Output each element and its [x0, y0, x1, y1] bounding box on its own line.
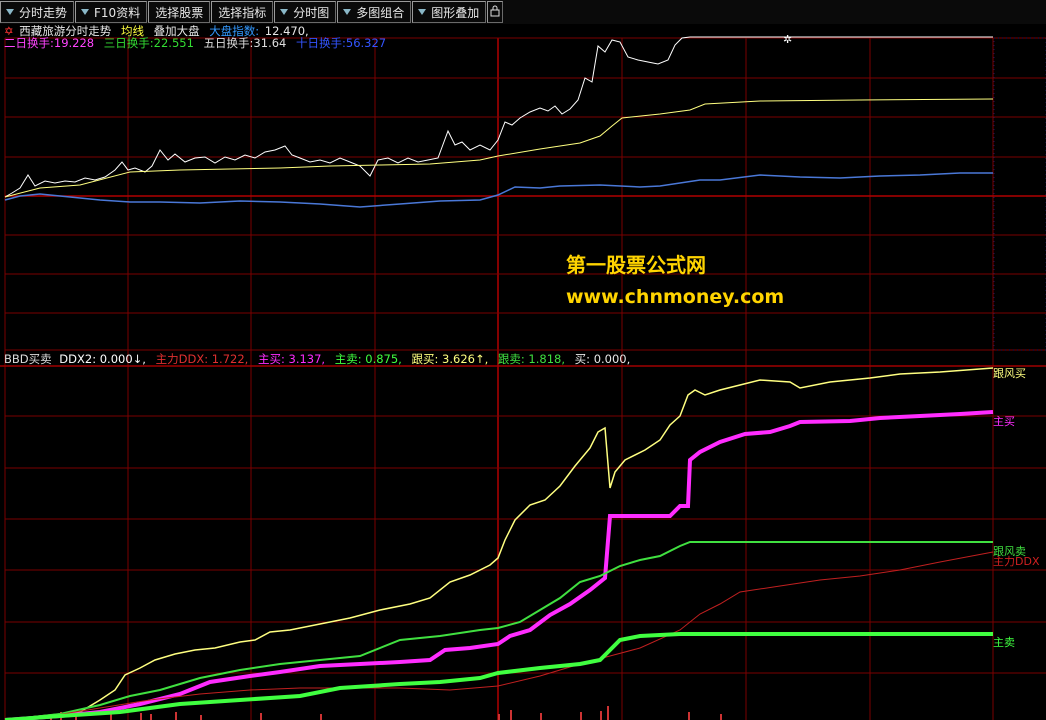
volume-bar — [498, 714, 500, 720]
average-price-line — [4, 98, 994, 198]
main-ddx-value: 主力DDX: 1.722, — [155, 352, 249, 366]
ddx2-value: DDX2: 0.000↓, — [59, 352, 146, 366]
indicator-line: BBD买卖 DDX2: 0.000↓, 主力DDX: 1.722, 主买: 3.… — [4, 352, 636, 366]
follow-sell-value: 跟卖: 1.818, — [497, 352, 566, 366]
turnover-3day: 三日换手:22.551 — [103, 36, 194, 50]
buy-value: 买: 0.000, — [574, 352, 631, 366]
label-main-sell: 主卖 — [993, 636, 1015, 649]
volume-bar — [607, 706, 609, 720]
main-sell-value: 主卖: 0.875, — [334, 352, 402, 366]
watermark-title: 第一股票公式网 — [566, 253, 706, 277]
volume-bar — [580, 712, 582, 720]
volume-bar — [320, 714, 322, 720]
volume-bar — [140, 713, 142, 720]
volume-bar — [150, 714, 152, 720]
volume-bar — [540, 713, 542, 720]
indicator-name: BBD买卖 — [4, 352, 52, 366]
index-line — [4, 172, 993, 208]
follow-sell-line — [4, 541, 993, 720]
turnover-2day: 二日换手:19.228 — [4, 36, 95, 50]
turnover-10day: 十日换手:56.327 — [296, 36, 387, 50]
main-sell-line — [4, 632, 993, 720]
volume-bar — [260, 713, 262, 720]
label-main-buy: 主买 — [993, 415, 1015, 428]
volume-bar — [175, 712, 177, 720]
volume-bar — [510, 710, 512, 720]
volume-bar — [688, 712, 690, 720]
turnover-line: 二日换手:19.228 三日换手:22.551 五日换手:31.64 十日换手:… — [4, 36, 392, 50]
right-margin-zone — [993, 37, 1046, 351]
main-buy-value: 主买: 3.137, — [257, 352, 326, 366]
label-main-ddx: 主力DDX — [993, 555, 1040, 568]
limit-up-star-icon: ✲ — [783, 33, 792, 46]
follow-buy-value: 跟买: 3.626↑, — [411, 352, 489, 366]
label-follow-buy: 跟风买 — [993, 367, 1026, 380]
volume-bar — [200, 715, 202, 720]
watermark-url: www.chnmoney.com — [566, 286, 785, 308]
volume-bar — [600, 711, 602, 720]
volume-bar — [720, 714, 722, 720]
turnover-5day: 五日换手:31.64 — [203, 36, 287, 50]
